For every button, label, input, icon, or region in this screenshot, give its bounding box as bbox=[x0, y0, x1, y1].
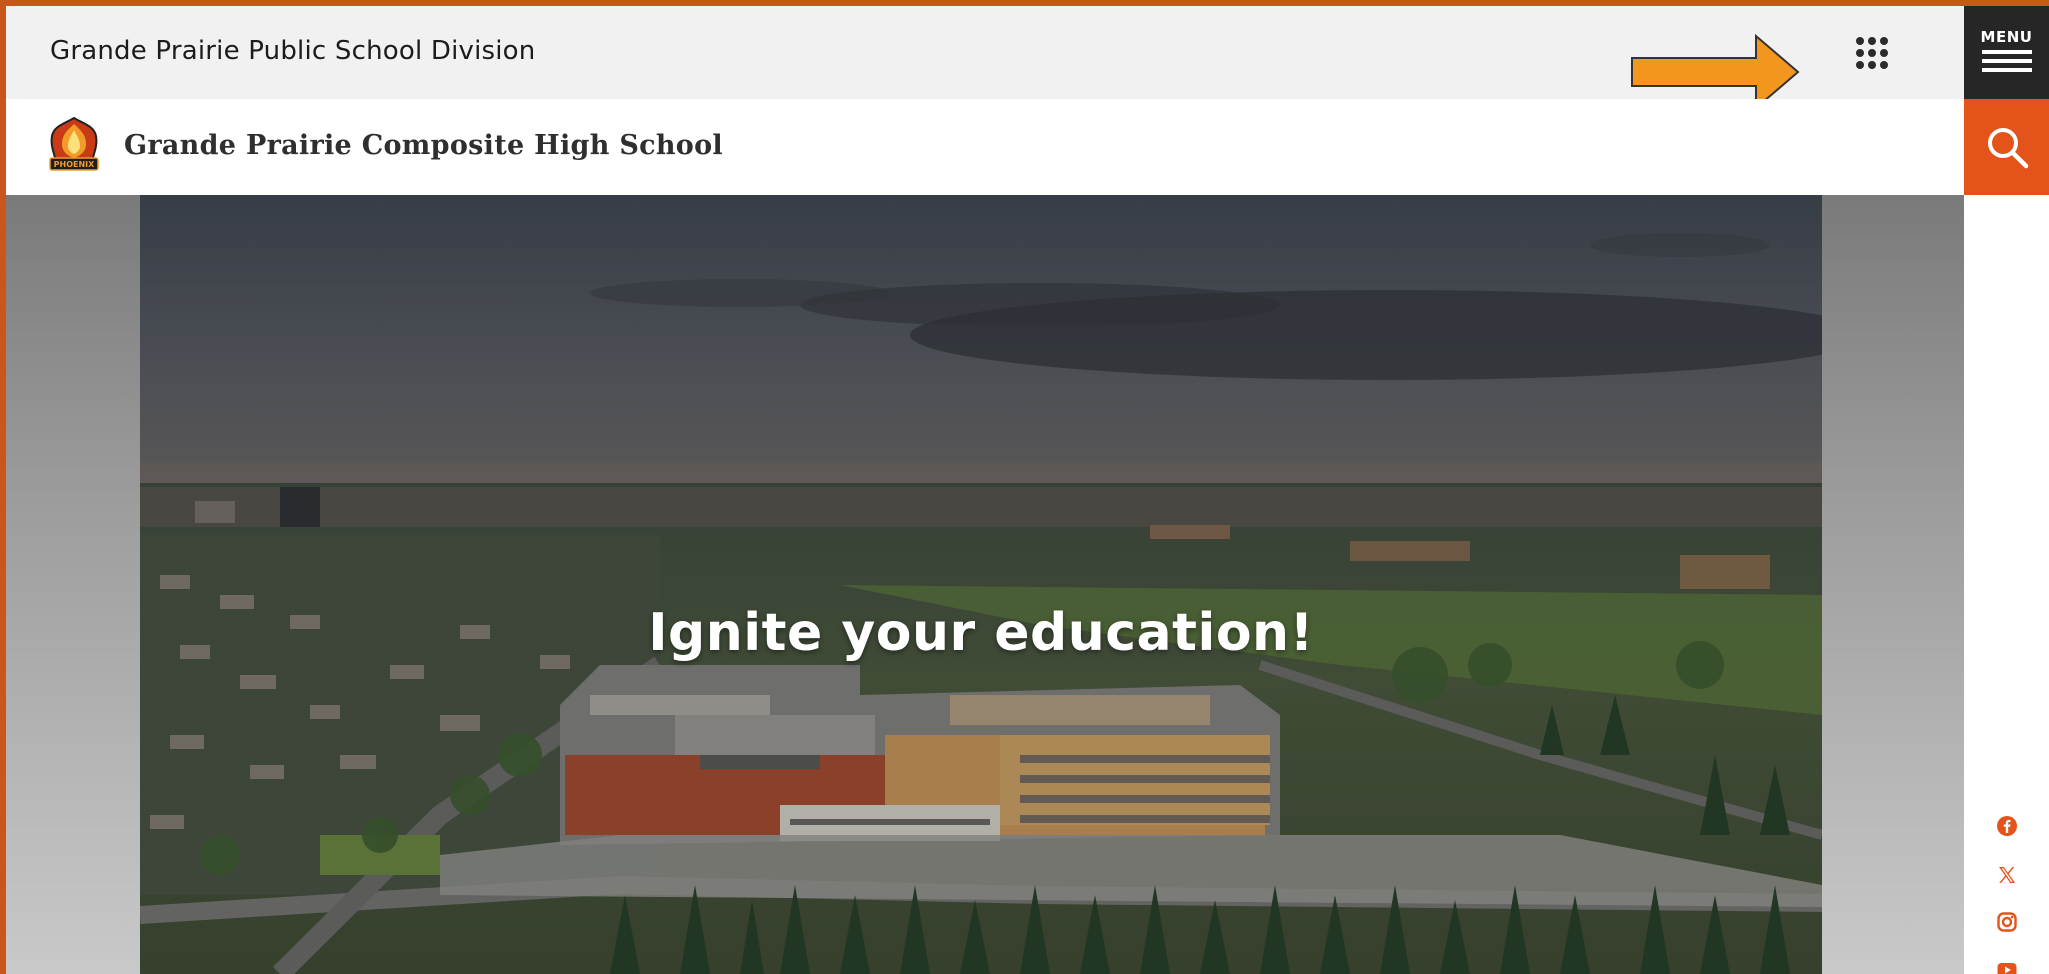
division-header: Grande Prairie Public School Division bbox=[6, 6, 1964, 111]
search-icon bbox=[1987, 128, 2028, 169]
apps-grid-icon bbox=[1856, 37, 1888, 69]
page: Grande Prairie Public School Division ME… bbox=[6, 6, 2049, 974]
x-icon[interactable] bbox=[1996, 864, 2018, 886]
menu-button[interactable]: MENU bbox=[1964, 6, 2049, 99]
school-logo[interactable]: PHOENIX bbox=[46, 116, 102, 174]
search-button[interactable] bbox=[1964, 99, 2049, 195]
hero-banner: Ignite your education! bbox=[140, 195, 1822, 974]
instagram-icon[interactable] bbox=[1996, 911, 2018, 933]
hero-overlay bbox=[140, 195, 1822, 974]
hamburger-icon bbox=[1981, 50, 2032, 77]
division-title[interactable]: Grande Prairie Public School Division bbox=[50, 36, 535, 66]
youtube-icon[interactable] bbox=[1996, 959, 2018, 974]
hero-headline: Ignite your education! bbox=[648, 603, 1314, 663]
social-links bbox=[1964, 195, 2049, 974]
apps-grid-button[interactable] bbox=[1852, 33, 1892, 73]
menu-label: MENU bbox=[1980, 28, 2033, 46]
logo-text: PHOENIX bbox=[54, 160, 95, 169]
school-title[interactable]: Grande Prairie Composite High School bbox=[124, 130, 723, 161]
phoenix-logo-icon: PHOENIX bbox=[49, 116, 99, 171]
facebook-icon[interactable] bbox=[1996, 815, 2018, 837]
